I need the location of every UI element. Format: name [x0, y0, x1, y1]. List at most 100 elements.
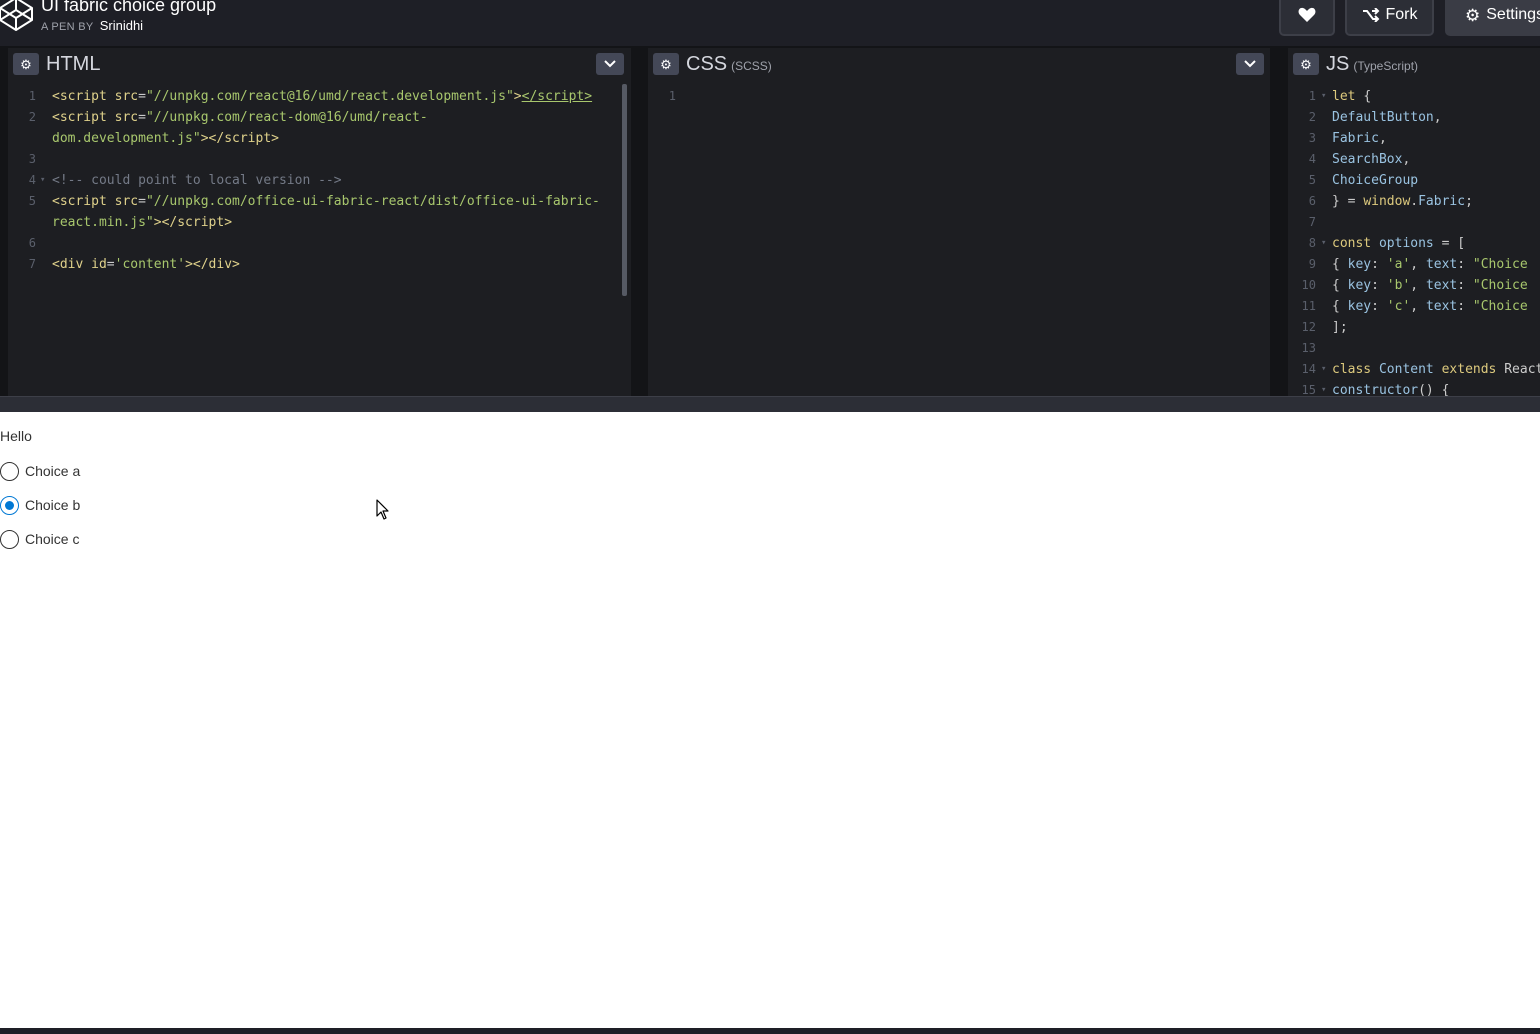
choice-label-c: Choice c — [25, 531, 80, 547]
js-panel-header: ⚙ JS (TypeScript) — [1288, 46, 1540, 81]
css-preprocessor-label: (SCSS) — [731, 59, 772, 73]
code-line[interactable]: 13 — [1288, 338, 1540, 359]
html-settings-gear-icon[interactable]: ⚙ — [13, 53, 39, 75]
code-line[interactable]: 12]; — [1288, 317, 1540, 338]
line-number: 2 — [28, 110, 36, 124]
code-text: ]; — [1332, 320, 1348, 335]
fork-button[interactable]: Fork — [1345, 0, 1434, 36]
css-title-text: CSS — [686, 53, 728, 75]
code-line[interactable]: 5 ChoiceGroup — [1288, 170, 1540, 191]
html-collapse-chevron-down-icon[interactable] — [596, 53, 624, 75]
line-number: 13 — [1301, 341, 1316, 355]
code-text: react.min.js"></script> — [52, 215, 233, 230]
code-text: <script src="//unpkg.com/office-ui-fabri… — [52, 194, 600, 209]
mouse-pointer-icon — [376, 499, 389, 520]
footer-bar — [0, 1028, 1540, 1034]
code-line[interactable]: 3 Fabric, — [1288, 128, 1540, 149]
fold-arrow-icon[interactable]: ▾ — [40, 170, 45, 191]
js-code-editor[interactable]: 1 ▾ let { 2 DefaultButton, 3 Fabric, 4 Search… — [1288, 86, 1540, 396]
code-line[interactable]: 11 { key: 'c', text: "Choice — [1288, 296, 1540, 317]
html-code-editor[interactable]: 1 <script src="//unpkg.com/react@16/umd/r… — [8, 86, 631, 275]
code-line[interactable]: 9 { key: 'a', text: "Choice — [1288, 254, 1540, 275]
settings-label: Settings — [1486, 6, 1540, 23]
code-text: ChoiceGroup — [1332, 173, 1419, 188]
gear-icon: ⚙ — [1465, 5, 1481, 25]
fork-icon — [1362, 8, 1379, 22]
code-text: constructor() { — [1332, 383, 1450, 396]
line-number: 1 — [668, 89, 676, 103]
fold-arrow-icon[interactable]: ▾ — [1321, 86, 1326, 107]
line-number: 5 — [1308, 173, 1316, 187]
line-number: 4 — [28, 173, 36, 187]
settings-button[interactable]: ⚙ Settings — [1445, 0, 1540, 36]
line-number: 7 — [1308, 215, 1316, 229]
code-line[interactable]: 2 <script src="//unpkg.com/react-dom@16/u… — [8, 107, 631, 128]
line-number: 2 — [1308, 110, 1316, 124]
css-panel-title: CSS (SCSS) — [686, 51, 772, 79]
code-line[interactable]: 3 — [8, 149, 631, 170]
code-text: } = window.Fabric; — [1332, 194, 1473, 209]
radio-button-b[interactable] — [0, 495, 19, 515]
line-number: 9 — [1308, 257, 1316, 271]
choice-label-a: Choice a — [25, 463, 81, 479]
code-text: Fabric, — [1332, 131, 1387, 146]
editor-resize-handle[interactable] — [0, 396, 1540, 412]
line-number: 1 — [1308, 89, 1316, 103]
code-line[interactable]: 4 SearchBox, — [1288, 149, 1540, 170]
result-preview: Hello Choice a Choice b Choice c — [0, 412, 1540, 1028]
codepen-logo-icon[interactable] — [0, 0, 34, 34]
css-settings-gear-icon[interactable]: ⚙ — [653, 53, 679, 75]
like-button[interactable] — [1279, 0, 1335, 36]
radio-button-c[interactable] — [0, 529, 19, 549]
css-editor-panel: ⚙ CSS (SCSS) 1 — [648, 46, 1270, 396]
code-text: { key: 'a', text: "Choice — [1332, 257, 1528, 272]
css-collapse-chevron-down-icon[interactable] — [1236, 53, 1264, 75]
code-line[interactable]: 1 — [648, 86, 1270, 107]
css-panel-header: ⚙ CSS (SCSS) — [648, 46, 1270, 81]
author-link[interactable]: Srinidhi — [100, 18, 143, 33]
code-text: { key: 'c', text: "Choice — [1332, 299, 1528, 314]
pen-title[interactable]: UI fabric choice group — [41, 0, 216, 16]
code-text: SearchBox, — [1332, 152, 1411, 167]
choice-option-a[interactable]: Choice a — [0, 461, 80, 481]
line-number: 3 — [28, 152, 36, 166]
line-number: 1 — [28, 89, 36, 103]
code-line[interactable]: dom.development.js"></script> — [8, 128, 631, 149]
line-number: 10 — [1301, 278, 1316, 292]
html-editor-scrollbar[interactable] — [622, 84, 627, 296]
css-code-editor[interactable]: 1 — [648, 86, 1270, 107]
code-line[interactable]: 1 ▾ let { — [1288, 86, 1540, 107]
code-line[interactable]: 5 <script src="//unpkg.com/office-ui-fabr… — [8, 191, 631, 212]
code-line[interactable]: 4 ▾ <!-- could point to local version --> — [8, 170, 631, 191]
radio-button-a[interactable] — [0, 461, 19, 481]
js-settings-gear-icon[interactable]: ⚙ — [1293, 53, 1319, 75]
choice-option-b[interactable]: Choice b — [0, 495, 80, 515]
fold-arrow-icon[interactable]: ▾ — [1321, 380, 1326, 396]
choice-group-label: Hello — [0, 428, 32, 444]
code-line[interactable]: 2 DefaultButton, — [1288, 107, 1540, 128]
code-text: let { — [1332, 89, 1372, 104]
code-line[interactable]: 1 <script src="//unpkg.com/react@16/umd/r… — [8, 86, 631, 107]
line-number: 7 — [28, 257, 36, 271]
code-line[interactable]: react.min.js"></script> — [8, 212, 631, 233]
js-editor-panel: ⚙ JS (TypeScript) 1 ▾ let { 2 DefaultButton,… — [1288, 46, 1540, 396]
fork-label: Fork — [1385, 6, 1418, 23]
code-text: <script src="//unpkg.com/react@16/umd/re… — [52, 89, 593, 104]
choice-option-c[interactable]: Choice c — [0, 529, 79, 549]
code-line[interactable]: 7 — [1288, 212, 1540, 233]
code-line[interactable]: 6 — [8, 233, 631, 254]
code-line[interactable]: 15 ▾ constructor() { — [1288, 380, 1540, 396]
code-line[interactable]: 14 ▾ class Content extends React — [1288, 359, 1540, 380]
pen-header: UI fabric choice group A PEN BY Srinidhi… — [0, 0, 1540, 46]
line-number: 14 — [1301, 362, 1316, 376]
fold-arrow-icon[interactable]: ▾ — [1321, 359, 1326, 380]
code-line[interactable]: 10 { key: 'b', text: "Choice — [1288, 275, 1540, 296]
fold-arrow-icon[interactable]: ▾ — [1321, 233, 1326, 254]
code-line[interactable]: 8 ▾ const options = [ — [1288, 233, 1540, 254]
byline-prefix: A PEN BY — [41, 21, 94, 33]
code-line[interactable]: 7 <div id='content'></div> — [8, 254, 631, 275]
code-text: <!-- could point to local version --> — [52, 173, 342, 188]
code-line[interactable]: 6} = window.Fabric; — [1288, 191, 1540, 212]
code-text: dom.development.js"></script> — [52, 131, 279, 146]
code-text: { key: 'b', text: "Choice — [1332, 278, 1528, 293]
